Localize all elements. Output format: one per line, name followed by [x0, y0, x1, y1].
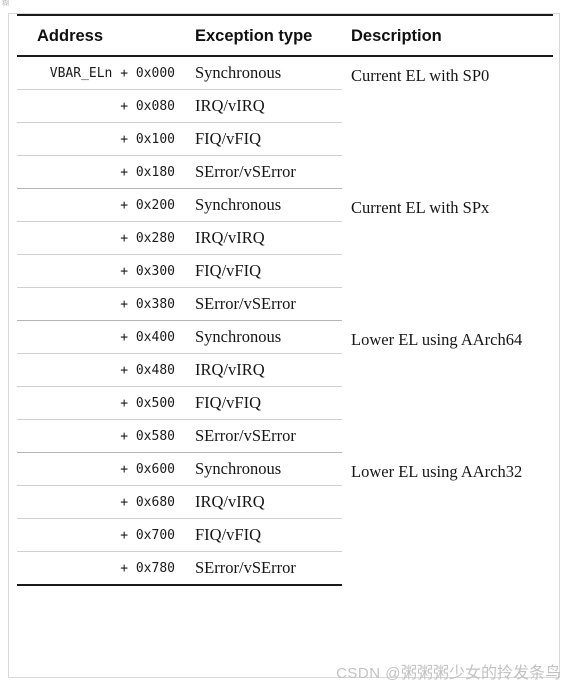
cell-address: + 0x780	[17, 551, 187, 586]
exception-vector-table: Address Exception type Description VBAR_…	[17, 14, 553, 586]
cell-description: Current EL with SPx	[351, 197, 490, 217]
cell-exception-type: FIQ/vFIQ	[187, 254, 342, 288]
cell-address: + 0x280	[17, 221, 187, 255]
cell-description: Current EL with SP0	[351, 66, 490, 85]
table-body: VBAR_ELn + 0x000 Synchronous Current EL wi…	[17, 56, 553, 586]
cell-exception-type: SError/vSError	[187, 551, 342, 586]
watermark-prefix: CSDN @	[336, 665, 401, 682]
cell-exception-type: Synchronous	[187, 56, 342, 90]
cell-address: + 0x080	[17, 89, 187, 123]
cell-address: + 0x100	[17, 122, 187, 156]
column-header-address: Address	[17, 14, 187, 57]
cell-address: + 0x480	[17, 353, 187, 387]
watermark-author: 粥粥粥少女的拎发条鸟	[400, 665, 561, 682]
cell-address: + 0x680	[17, 485, 187, 519]
cell-address: + 0x700	[17, 518, 187, 552]
cell-exception-type: IRQ/vIRQ	[187, 485, 342, 519]
compression-artifact-glyph: 糊	[2, 0, 9, 7]
cell-description: Lower EL using AArch32	[351, 461, 523, 481]
cell-exception-type: FIQ/vFIQ	[187, 518, 342, 552]
cell-exception-type: IRQ/vIRQ	[187, 353, 342, 387]
cell-exception-type: IRQ/vIRQ	[187, 221, 342, 255]
cell-address: + 0x580	[17, 419, 187, 453]
table-row: + 0x400 Synchronous Lower EL using AArch64	[17, 320, 553, 354]
cell-description: Lower EL using AArch64	[351, 329, 523, 349]
table-frame: Address Exception type Description VBAR_…	[8, 13, 560, 678]
cell-exception-type: IRQ/vIRQ	[187, 89, 342, 123]
table-row: + 0x600 Synchronous Lower EL using AArch32	[17, 452, 553, 486]
column-header-exception-type: Exception type	[187, 14, 342, 57]
cell-address: + 0x400	[17, 320, 187, 354]
cell-exception-type: Synchronous	[187, 320, 342, 354]
table-row: + 0x200 Synchronous Current EL with SPx	[17, 188, 553, 222]
csdn-watermark: CSDN @粥粥粥少女的拎发条鸟	[336, 659, 561, 683]
cell-exception-type: Synchronous	[187, 188, 342, 222]
cell-address: VBAR_ELn + 0x000	[17, 56, 187, 90]
cell-exception-type: FIQ/vFIQ	[187, 122, 342, 156]
column-header-description: Description	[342, 14, 553, 57]
cell-exception-type: FIQ/vFIQ	[187, 386, 342, 420]
cell-address: + 0x200	[17, 188, 187, 222]
cell-address: + 0x500	[17, 386, 187, 420]
table-header: Address Exception type Description	[17, 14, 553, 57]
cell-address: + 0x600	[17, 452, 187, 486]
table-row: VBAR_ELn + 0x000 Synchronous Current EL wi…	[17, 56, 553, 90]
cell-exception-type: SError/vSError	[187, 155, 342, 189]
cell-exception-type: SError/vSError	[187, 287, 342, 321]
cell-address: + 0x180	[17, 155, 187, 189]
cell-address: + 0x380	[17, 287, 187, 321]
header-row: Address Exception type Description	[17, 14, 553, 57]
cell-exception-type: SError/vSError	[187, 419, 342, 453]
cell-address: + 0x300	[17, 254, 187, 288]
cell-exception-type: Synchronous	[187, 452, 342, 486]
